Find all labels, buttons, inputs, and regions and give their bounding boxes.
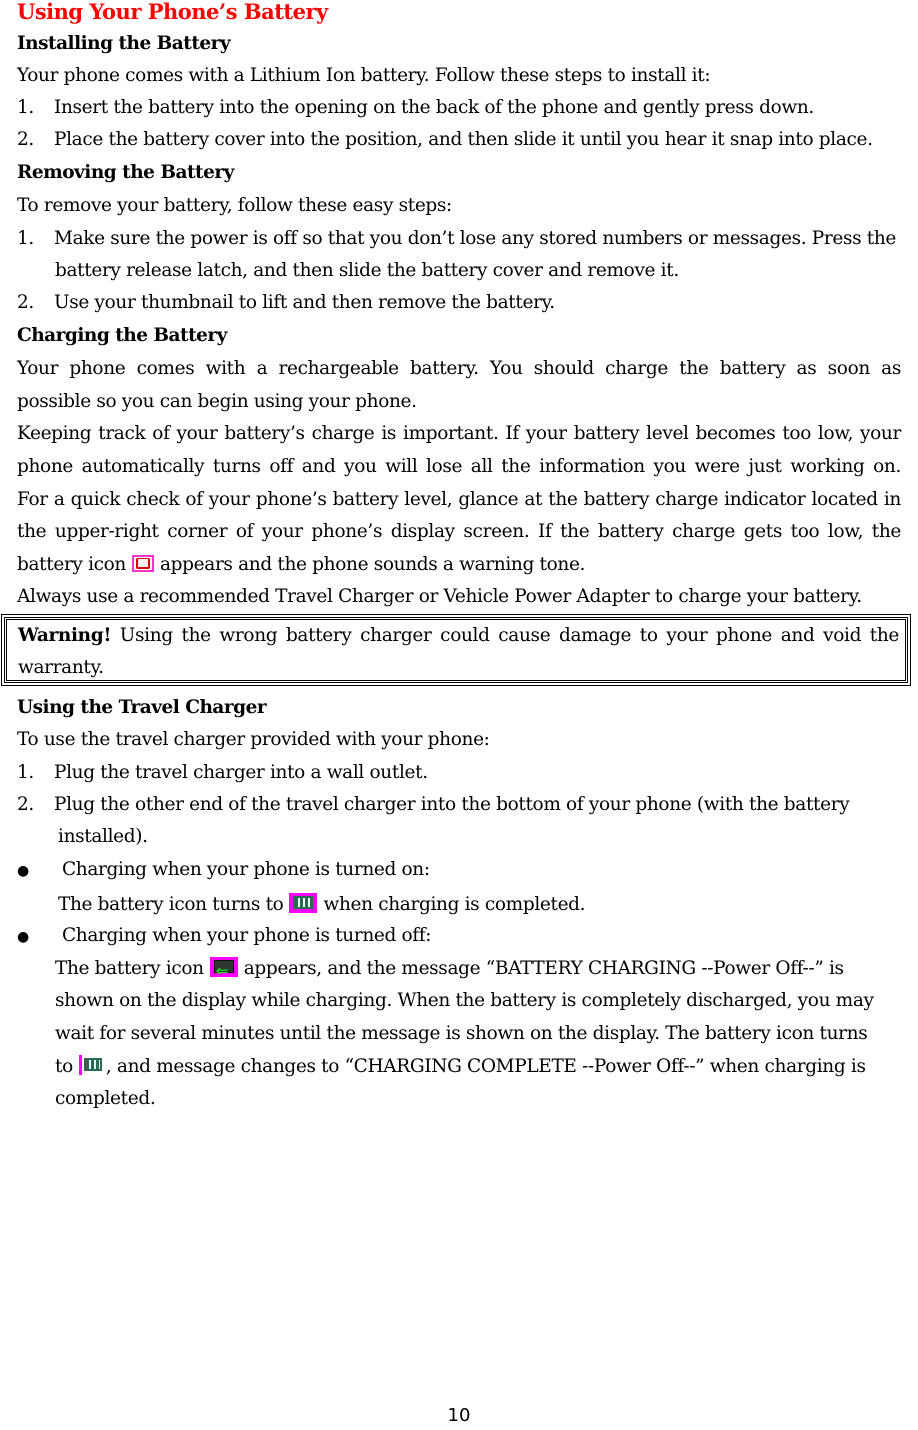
bullet-text: completed. bbox=[55, 1088, 156, 1109]
warning-label: Warning! bbox=[18, 625, 112, 646]
removing-step: 1. Make sure the power is off so that you… bbox=[17, 228, 897, 249]
warning-box: Warning! Using the wrong battery charger… bbox=[1, 614, 911, 686]
bullet-icon: ● bbox=[17, 863, 29, 879]
charging-paragraph: Your phone comes with a rechargeable bat… bbox=[17, 358, 901, 379]
charging-paragraph: phone automatically turns off and you wi… bbox=[17, 456, 901, 477]
charging-paragraph: the upper-right corner of your phone’s d… bbox=[17, 521, 901, 542]
charging-paragraph: Keeping track of your battery’s charge i… bbox=[17, 423, 901, 444]
travel-charger-step: 1. Plug the travel charger into a wall ou… bbox=[17, 762, 428, 783]
battery-full-icon bbox=[78, 1055, 104, 1075]
charging-paragraph: For a quick check of your phone’s batter… bbox=[17, 489, 901, 510]
travel-charger-step-cont: installed). bbox=[58, 826, 148, 847]
charging-paragraph: battery icon appears and the phone sounds… bbox=[17, 554, 586, 575]
page-number: 10 bbox=[447, 1405, 471, 1426]
bullet-text: shown on the display while charging. Whe… bbox=[55, 990, 874, 1011]
heading-installing: Installing the Battery bbox=[17, 33, 231, 54]
installing-step: 2. Place the battery cover into the posit… bbox=[17, 129, 873, 150]
removing-step-cont: battery release latch, and then slide th… bbox=[55, 260, 679, 281]
bullet-icon: ● bbox=[17, 929, 29, 945]
installing-step: 1. Insert the battery into the opening on… bbox=[17, 97, 814, 118]
travel-charger-intro: To use the travel charger provided with … bbox=[17, 729, 490, 750]
battery-full-icon bbox=[289, 893, 318, 913]
heading-charging: Charging the Battery bbox=[17, 325, 227, 346]
charging-paragraph: Always use a recommended Travel Charger … bbox=[17, 586, 862, 607]
removing-intro: To remove your battery, follow these eas… bbox=[17, 195, 452, 216]
charging-paragraph: possible so you can begin using your pho… bbox=[17, 391, 417, 412]
bullet-item: ● Charging when your phone is turned off: bbox=[17, 920, 432, 953]
bullet-item: ● Charging when your phone is turned on: bbox=[17, 854, 430, 887]
bullet-text: The battery icon turns to when charging i… bbox=[58, 893, 586, 915]
bullet-text: The battery iconappears, and the message… bbox=[55, 953, 844, 987]
warning-text: Warning! Using the wrong battery charger… bbox=[18, 625, 900, 646]
bullet-text: to, and message changes to “CHARGING COM… bbox=[55, 1055, 866, 1077]
travel-charger-step: 2. Plug the other end of the travel charg… bbox=[17, 794, 850, 815]
page-title: Using Your Phone’s Battery bbox=[17, 0, 328, 24]
battery-charging-icon bbox=[209, 955, 238, 987]
bullet-text: wait for several minutes until the messa… bbox=[55, 1023, 868, 1044]
installing-intro: Your phone comes with a Lithium Ion batt… bbox=[17, 65, 711, 86]
heading-removing: Removing the Battery bbox=[17, 162, 234, 183]
warning-text: warranty. bbox=[18, 657, 104, 678]
battery-empty-icon bbox=[132, 554, 154, 572]
removing-step: 2. Use your thumbnail to lift and then re… bbox=[17, 292, 555, 313]
heading-travel-charger: Using the Travel Charger bbox=[17, 697, 267, 718]
